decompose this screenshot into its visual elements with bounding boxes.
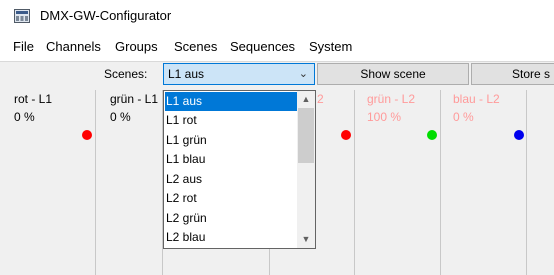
window-title: DMX-GW-Configurator [40, 8, 172, 23]
store-scene-button[interactable]: Store s [471, 63, 554, 85]
dropdown-option[interactable]: L1 blau [165, 150, 297, 169]
channel-value: 0 % [14, 110, 35, 124]
dropdown-scrollbar[interactable]: ▲ ▼ [297, 91, 315, 248]
channel-name: 2 [317, 92, 324, 106]
channel-panel: grün - L1 0 % [96, 90, 163, 275]
menu-bar: File Channels Groups Scenes Sequences Sy… [0, 38, 554, 58]
scene-select-value: L1 aus [168, 67, 205, 81]
menu-scenes[interactable]: Scenes [174, 39, 217, 54]
menu-system[interactable]: System [309, 39, 352, 54]
dropdown-option[interactable]: L1 aus [165, 92, 297, 111]
channel-panel: blau - L2 0 % [441, 90, 527, 275]
channel-panel [527, 90, 554, 275]
dropdown-option[interactable]: L2 blau [165, 228, 297, 247]
channel-color-indicator [514, 130, 524, 140]
menu-sequences[interactable]: Sequences [230, 39, 295, 54]
channel-color-indicator [341, 130, 351, 140]
scene-select[interactable]: L1 aus ⌄ [163, 63, 315, 85]
title-bar: DMX-GW-Configurator [0, 0, 554, 34]
channel-name: grün - L2 [367, 92, 416, 106]
dropdown-option[interactable]: L1 grün [165, 131, 297, 150]
show-scene-button[interactable]: Show scene [317, 63, 469, 85]
channel-panel: grün - L2 100 % [355, 90, 441, 275]
channel-value: 100 % [367, 110, 402, 124]
app-icon [14, 9, 30, 23]
scroll-up-icon[interactable]: ▲ [297, 91, 315, 108]
menu-file[interactable]: File [13, 39, 34, 54]
menu-channels[interactable]: Channels [46, 39, 101, 54]
dropdown-option[interactable]: L2 aus [165, 170, 297, 189]
scenes-label: Scenes: [104, 67, 148, 81]
channel-name: grün - L1 [110, 92, 159, 106]
scene-dropdown-list[interactable]: L1 aus L1 rot L1 grün L1 blau L2 aus L2 … [163, 90, 316, 249]
dropdown-option[interactable]: L2 grün [165, 209, 297, 228]
channel-color-indicator [427, 130, 437, 140]
channel-color-indicator [82, 130, 92, 140]
channel-value: 0 % [110, 110, 131, 124]
menu-groups[interactable]: Groups [115, 39, 158, 54]
dropdown-option[interactable]: L1 rot [165, 111, 297, 130]
scroll-down-icon[interactable]: ▼ [297, 231, 315, 248]
dropdown-option[interactable]: L2 rot [165, 189, 297, 208]
scrollbar-thumb[interactable] [298, 108, 314, 163]
channel-value: 0 % [453, 110, 474, 124]
channel-name: blau - L2 [453, 92, 500, 106]
channel-panel: rot - L1 0 % [0, 90, 96, 275]
channel-name: rot - L1 [14, 92, 53, 106]
chevron-down-icon: ⌄ [298, 68, 308, 80]
